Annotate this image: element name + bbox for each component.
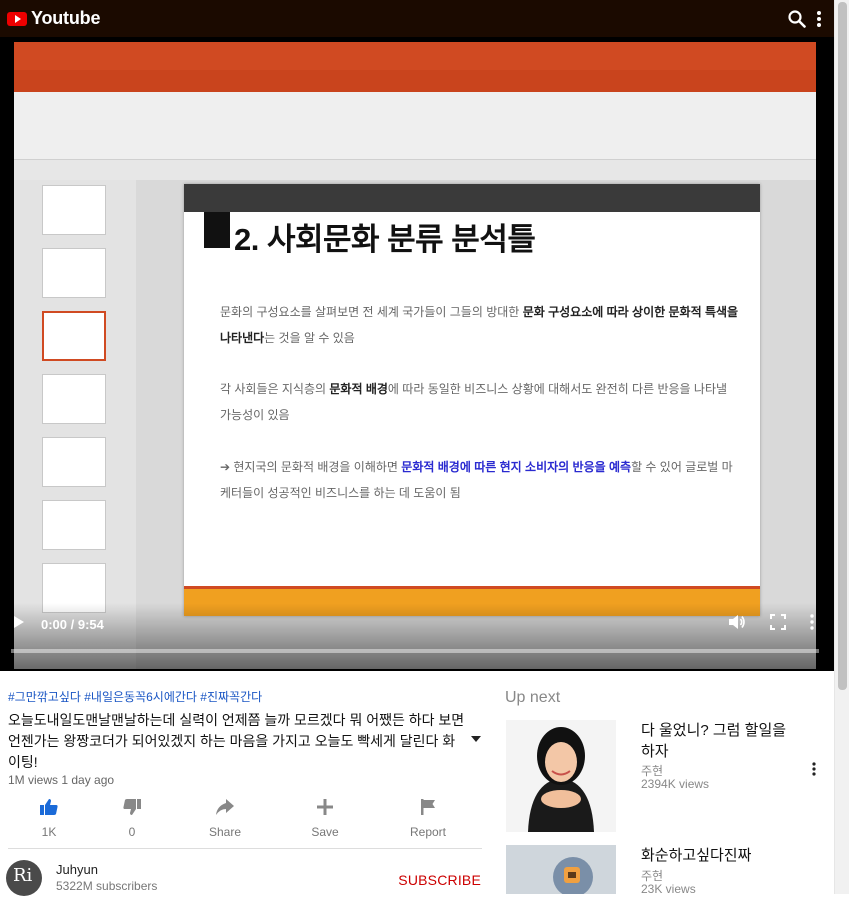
report-button[interactable]: Report: [393, 798, 463, 839]
slide-thumbnail: [42, 185, 106, 235]
up-next-heading: Up next: [505, 689, 561, 706]
report-label: Report: [409, 825, 447, 839]
play-icon[interactable]: [13, 615, 25, 634]
fullscreen-icon[interactable]: [770, 613, 786, 635]
video-title: 오늘도내일도맨날맨날하는데 실력이 언제쯤 늘까 모르겠다 뭐 어쨌든 하다 보…: [8, 712, 465, 770]
time-display: 0:00 / 9:54: [41, 616, 104, 632]
video-hashtags[interactable]: #그만깎고싶다 #내일은동꼭6시에간다 #진짜꼭간다: [8, 688, 262, 705]
share-button[interactable]: Share: [190, 798, 260, 839]
slide-thumbnail: [42, 248, 106, 298]
slide-paragraph-2: 각 사회들은 지식층의 문화적 배경에 따라 동일한 비즈니스 상황에 대해서도…: [220, 382, 728, 422]
slide-title-marker: [204, 212, 230, 248]
expand-description-icon[interactable]: [470, 730, 482, 748]
slide-thumbnail: [42, 500, 106, 550]
progress-bar[interactable]: [11, 649, 819, 653]
recommended-title[interactable]: 다 울었니? 그럼 할일을 하자: [641, 720, 791, 762]
volume-icon[interactable]: [728, 614, 746, 635]
channel-avatar[interactable]: Ri: [6, 860, 42, 896]
thumbs-down-icon: [122, 798, 142, 821]
slide-thumbnail-selected: [42, 311, 106, 361]
like-count: 1K: [41, 825, 57, 839]
player-more-icon[interactable]: [810, 613, 814, 635]
youtube-logo[interactable]: Youtube: [7, 8, 100, 29]
more-vert-icon[interactable]: [816, 10, 822, 28]
slide-thumbnail: [42, 437, 106, 487]
recommended-thumbnail[interactable]: [506, 845, 616, 894]
save-label: Save: [311, 825, 339, 839]
presentation-ruler: [14, 160, 816, 180]
video-frame: 2. 사회문화 분류 분석틀 문화의 구성요소를 살펴보면 전 세계 국가들이 …: [14, 42, 816, 669]
top-bar: Youtube: [0, 0, 834, 37]
recommended-views: 2394K views: [641, 777, 710, 791]
youtube-play-logo-icon: [7, 11, 27, 26]
recommended-title[interactable]: 화순하고싶다진짜: [641, 845, 791, 866]
video-player[interactable]: 2. 사회문화 분류 분석틀 문화의 구성요소를 살펴보면 전 세계 국가들이 …: [0, 37, 834, 671]
dislike-button[interactable]: 0: [97, 798, 167, 839]
subscribe-button[interactable]: SUBSCRIBE: [398, 872, 481, 888]
add-icon: [316, 798, 334, 821]
recommended-more-icon[interactable]: [812, 762, 816, 781]
search-icon[interactable]: [788, 9, 806, 28]
video-meta: 1M views 1 day ago: [8, 773, 115, 787]
channel-row: Ri Juhyun 5322M subscribers SUBSCRIBE: [6, 860, 486, 900]
share-label: Share: [208, 825, 242, 839]
player-controls: 0:00 / 9:54: [0, 603, 834, 671]
like-button[interactable]: 1K: [14, 798, 84, 839]
slide-thumbnails-panel: [14, 180, 136, 669]
video-actions: 1K 0 Share Save Report: [0, 798, 470, 839]
share-icon: [215, 798, 235, 821]
app-name: Youtube: [31, 8, 101, 28]
thumbs-up-icon: [39, 798, 59, 821]
slide-header-bar: [184, 184, 760, 212]
subscriber-count: 5322M subscribers: [56, 879, 158, 893]
save-button[interactable]: Save: [290, 798, 360, 839]
presentation-ribbon: [14, 92, 816, 160]
page-scrollbar[interactable]: [834, 0, 849, 894]
dislike-count: 0: [128, 825, 136, 839]
flag-icon: [419, 798, 437, 821]
divider: [8, 848, 482, 849]
slide-title: 2. 사회문화 분류 분석틀: [234, 222, 536, 257]
recommended-thumbnail[interactable]: [506, 720, 616, 832]
presentation-slide: 2. 사회문화 분류 분석틀 문화의 구성요소를 살펴보면 전 세계 국가들이 …: [184, 184, 760, 616]
channel-name[interactable]: Juhyun: [56, 862, 98, 877]
slide-paragraph-3: ➔ 현지국의 문화적 배경을 이해하면 문화적 배경에 따른 현지 소비자의 반…: [220, 460, 733, 500]
slide-paragraph-1: 문화의 구성요소를 살펴보면 전 세계 국가들이 그들의 방대한 문화 구성요소…: [220, 305, 739, 345]
presentation-ribbon-tabs: [14, 70, 816, 92]
presentation-title-bar: [14, 42, 816, 70]
slide-thumbnail: [42, 374, 106, 424]
scrollbar-thumb[interactable]: [838, 2, 847, 690]
